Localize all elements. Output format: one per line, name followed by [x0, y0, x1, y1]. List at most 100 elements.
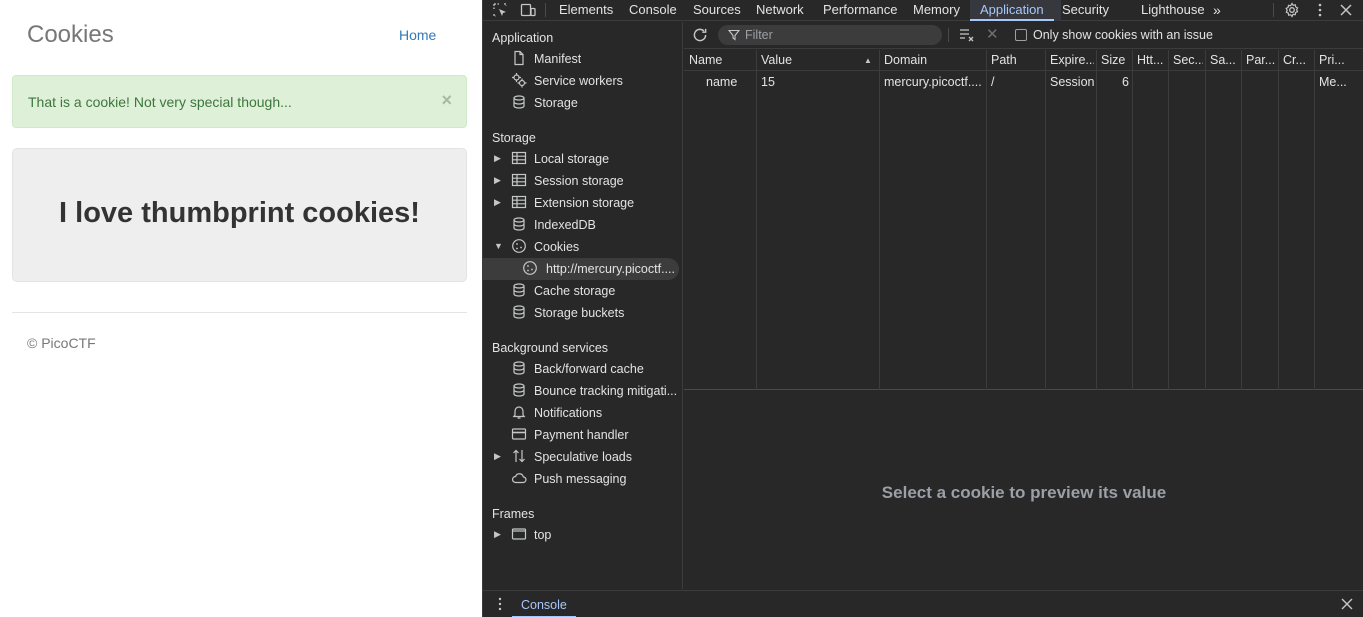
- sidebar-item-cache-storage[interactable]: Cache storage: [483, 280, 682, 302]
- close-drawer-icon[interactable]: [1340, 597, 1354, 611]
- refresh-icon[interactable]: [691, 26, 709, 44]
- sidebar-item-speculative-loads[interactable]: ▶ Speculative loads: [483, 446, 682, 468]
- sidebar-item-bounce-tracking[interactable]: Bounce tracking mitigati...: [483, 380, 682, 402]
- column-divider[interactable]: [1278, 50, 1279, 390]
- expand-arrow-icon[interactable]: ▶: [494, 451, 501, 462]
- column-divider[interactable]: [986, 50, 987, 390]
- tab-application[interactable]: Application: [970, 0, 1054, 21]
- collapse-arrow-icon[interactable]: ▼: [494, 241, 503, 251]
- cloud-icon: [512, 473, 527, 484]
- column-header-domain[interactable]: Domain: [884, 53, 984, 67]
- column-header-name[interactable]: Name: [689, 53, 753, 67]
- sidebar-item-label: http://mercury.picoctf....: [546, 262, 675, 276]
- expand-arrow-icon[interactable]: ▶: [494, 175, 501, 186]
- column-header-cross-site[interactable]: Cr...: [1283, 53, 1313, 67]
- tab-performance[interactable]: Performance: [823, 0, 897, 21]
- sidebar-item-cookie-origin[interactable]: http://mercury.picoctf....: [483, 258, 682, 280]
- column-header-samesite[interactable]: Sa...: [1210, 53, 1240, 67]
- sidebar-item-notifications[interactable]: Notifications: [483, 402, 682, 424]
- clear-filtered-cookies-icon[interactable]: [958, 26, 976, 44]
- column-header-secure[interactable]: Sec...: [1173, 53, 1203, 67]
- table-icon: [511, 195, 527, 209]
- drawer-tab-console[interactable]: Console: [512, 598, 576, 617]
- sidebar-item-storage[interactable]: Storage: [483, 92, 682, 114]
- column-divider[interactable]: [1205, 50, 1206, 390]
- column-divider[interactable]: [1314, 50, 1315, 390]
- settings-gear-icon[interactable]: [1282, 0, 1302, 20]
- sidebar-item-label: IndexedDB: [534, 218, 596, 232]
- expand-arrow-icon[interactable]: ▶: [494, 153, 501, 164]
- more-tabs-icon[interactable]: »: [1213, 0, 1221, 21]
- filter-input[interactable]: Filter: [718, 25, 942, 45]
- column-divider[interactable]: [1241, 50, 1242, 390]
- tab-elements[interactable]: Elements: [559, 0, 613, 21]
- footer-text: © PicoCTF: [27, 335, 96, 351]
- home-link[interactable]: Home: [399, 27, 436, 43]
- cookie-size-cell[interactable]: 6: [1101, 75, 1129, 89]
- cookie-path-cell[interactable]: /: [991, 75, 1043, 89]
- filter-funnel-icon: [728, 29, 740, 41]
- alert-text: That is a cookie! Not very special thoug…: [28, 94, 292, 110]
- inspect-element-icon[interactable]: [490, 0, 510, 20]
- sidebar-item-label: top: [534, 528, 552, 542]
- sort-ascending-icon: ▲: [864, 56, 872, 65]
- device-toolbar-icon[interactable]: [518, 0, 538, 20]
- clear-all-cookies-icon[interactable]: ✕: [986, 25, 1002, 43]
- sidebar-item-service-workers[interactable]: Service workers: [483, 70, 682, 92]
- sidebar-item-payment-handler[interactable]: Payment handler: [483, 424, 682, 446]
- sidebar-item-label: Manifest: [534, 52, 582, 66]
- alert-close-button[interactable]: ×: [441, 90, 452, 111]
- tab-network[interactable]: Network: [756, 0, 804, 21]
- cookie-icon: [523, 261, 537, 275]
- column-divider[interactable]: [1096, 50, 1097, 390]
- column-header-priority[interactable]: Pri...: [1319, 53, 1359, 67]
- database-icon: [513, 361, 525, 375]
- column-divider[interactable]: [879, 50, 880, 390]
- column-header-expires[interactable]: Expire...: [1050, 53, 1094, 67]
- cookies-toolbar: Filter ✕ Only show cookies with an issue: [684, 22, 1363, 49]
- expand-arrow-icon[interactable]: ▶: [494, 529, 501, 540]
- sidebar-item-back-forward-cache[interactable]: Back/forward cache: [483, 358, 682, 380]
- only-issues-checkbox[interactable]: [1015, 29, 1027, 41]
- cookie-expires-cell[interactable]: Session: [1050, 75, 1094, 89]
- gears-icon: [512, 73, 527, 88]
- close-devtools-icon[interactable]: [1336, 0, 1356, 20]
- cookie-value-cell[interactable]: 15: [761, 75, 861, 89]
- column-header-httponly[interactable]: Htt...: [1137, 53, 1167, 67]
- column-divider[interactable]: [756, 50, 757, 390]
- sidebar-item-extension-storage[interactable]: ▶ Extension storage: [483, 192, 682, 214]
- cookie-domain-cell[interactable]: mercury.picoctf....: [884, 75, 984, 89]
- sidebar-item-frame-top[interactable]: ▶ top: [483, 524, 682, 546]
- expand-arrow-icon[interactable]: ▶: [494, 197, 501, 208]
- column-divider[interactable]: [1045, 50, 1046, 390]
- sidebar-item-label: Bounce tracking mitigati...: [534, 384, 676, 398]
- tab-security[interactable]: Security: [1062, 0, 1109, 21]
- drawer-menu-icon[interactable]: [495, 597, 505, 611]
- toolbar-divider: [1273, 3, 1274, 17]
- sidebar-item-local-storage[interactable]: ▶ Local storage: [483, 148, 682, 170]
- cookie-priority-cell[interactable]: Me...: [1319, 75, 1359, 89]
- sidebar-item-label: Notifications: [534, 406, 603, 420]
- column-header-partition-key[interactable]: Par...: [1246, 53, 1276, 67]
- sidebar-item-push-messaging[interactable]: Push messaging: [483, 468, 682, 490]
- column-divider[interactable]: [1168, 50, 1169, 390]
- sidebar-item-manifest[interactable]: Manifest: [483, 48, 682, 70]
- sidebar-item-indexeddb[interactable]: IndexedDB: [483, 214, 682, 236]
- column-divider[interactable]: [1132, 50, 1133, 390]
- cookie-name-cell[interactable]: name: [706, 75, 754, 89]
- column-header-value[interactable]: Value: [761, 53, 861, 67]
- tab-lighthouse[interactable]: Lighthouse: [1141, 0, 1205, 21]
- devtools-panel: Elements Console Sources Network Perform…: [482, 0, 1363, 617]
- tab-memory[interactable]: Memory: [913, 0, 960, 21]
- tab-console[interactable]: Console: [629, 0, 677, 21]
- sidebar-item-label: Cache storage: [534, 284, 616, 298]
- sidebar-item-storage-buckets[interactable]: Storage buckets: [483, 302, 682, 324]
- sidebar-item-cookies[interactable]: ▼ Cookies: [483, 236, 682, 258]
- sidebar-item-session-storage[interactable]: ▶ Session storage: [483, 170, 682, 192]
- tab-sources[interactable]: Sources: [693, 0, 741, 21]
- sidebar-item-label: Back/forward cache: [534, 362, 644, 376]
- column-header-path[interactable]: Path: [991, 53, 1043, 67]
- footer-divider: [12, 312, 467, 313]
- column-header-size[interactable]: Size: [1101, 53, 1131, 67]
- more-options-icon[interactable]: [1310, 0, 1330, 20]
